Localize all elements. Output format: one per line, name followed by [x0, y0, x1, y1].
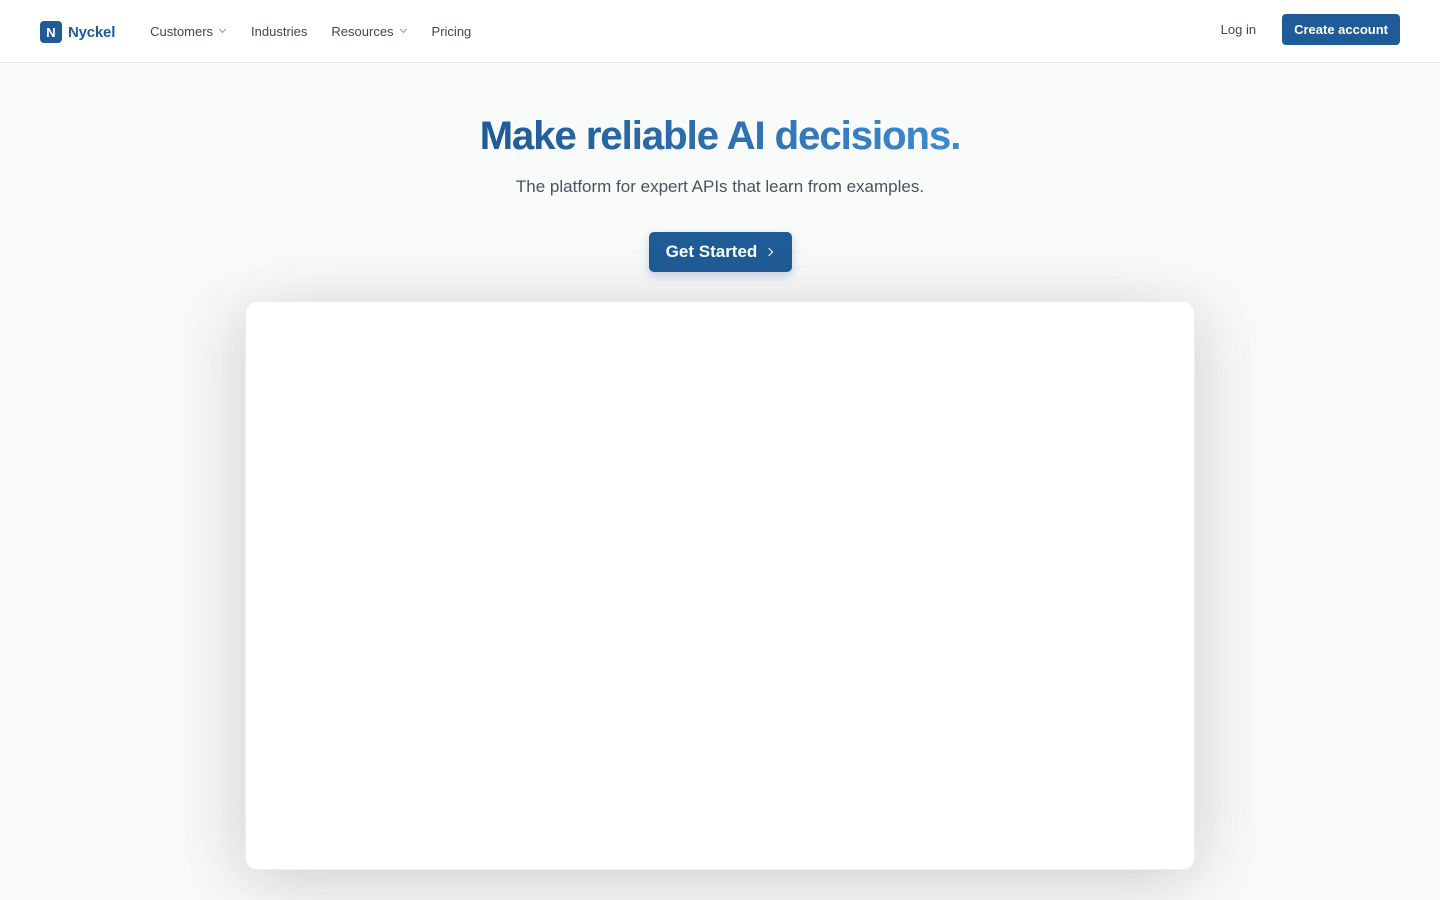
brand-logo-link[interactable]: N Nyckel	[40, 21, 115, 43]
nav-actions: Log in Create account	[1221, 14, 1400, 45]
hero-title-text: Make reliable AI decisions.	[479, 114, 962, 158]
nav-item-label: Resources	[331, 23, 394, 39]
chevron-down-icon	[400, 27, 408, 35]
nav-item-resources[interactable]: Resources	[331, 24, 407, 39]
primary-nav: Customers Industries Resources Pricing	[138, 0, 483, 62]
hero-subtitle: The platform for expert APIs that learn …	[515, 177, 925, 196]
nav-item-customers[interactable]: Customers	[150, 24, 227, 39]
nav-item-label: Industries	[251, 23, 308, 39]
hero-title: Make reliable AI decisions.	[0, 113, 1440, 159]
nyckel-logo-icon: N	[40, 21, 62, 43]
nav-item-label: Pricing	[431, 23, 472, 39]
nav-item-label: Customers	[150, 23, 214, 39]
chevron-right-icon	[765, 247, 775, 257]
demo-panel	[245, 301, 1195, 870]
get-started-button[interactable]: Get Started	[649, 232, 792, 272]
login-link[interactable]: Log in	[1221, 22, 1256, 37]
chevron-down-icon	[219, 27, 227, 35]
get-started-label: Get Started	[665, 242, 758, 261]
nav-item-pricing[interactable]: Pricing	[432, 24, 472, 39]
nav-item-industries[interactable]: Industries	[251, 24, 307, 39]
brand-name: Nyckel	[68, 23, 116, 41]
create-account-button[interactable]: Create account	[1282, 14, 1400, 45]
top-navigation: N Nyckel Customers Industries Resources …	[0, 0, 1440, 63]
